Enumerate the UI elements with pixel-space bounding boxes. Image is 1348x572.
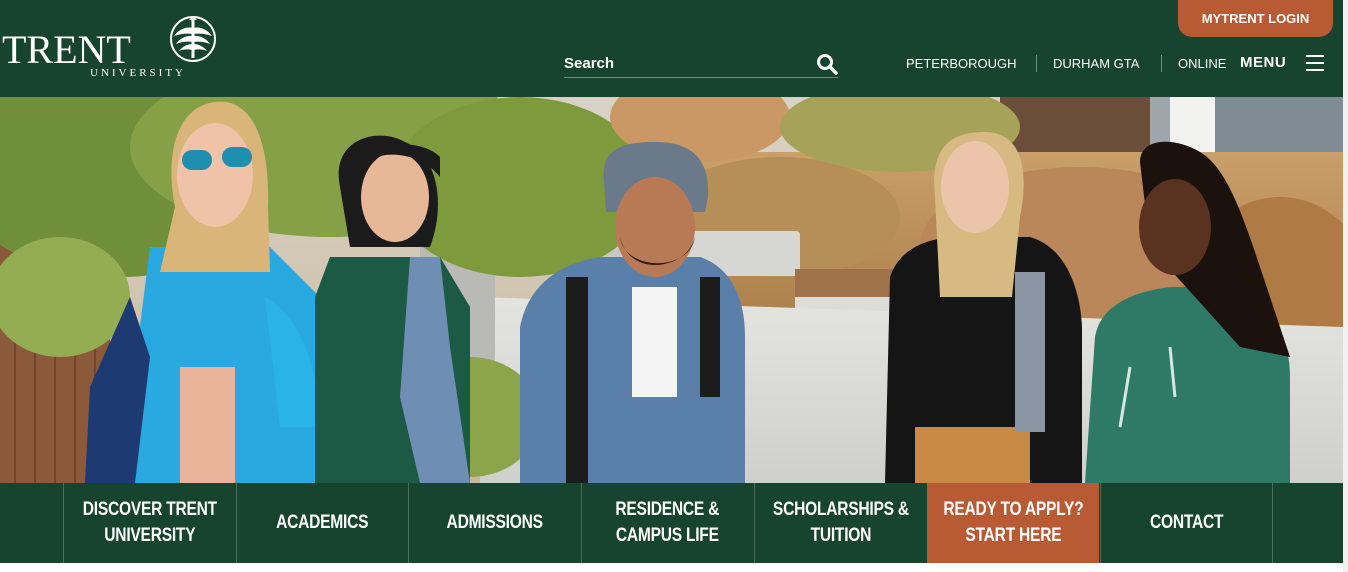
nav-item-contact[interactable]: CONTACT bbox=[1100, 483, 1272, 563]
hamburger-icon[interactable] bbox=[1306, 55, 1324, 71]
hero-image bbox=[0, 97, 1343, 483]
nav-item-academics[interactable]: ACADEMICS bbox=[236, 483, 408, 563]
divider bbox=[1272, 483, 1273, 563]
nav-item-label: SCHOLARSHIPS & TUITION bbox=[772, 499, 909, 546]
divider bbox=[1036, 55, 1037, 72]
nav-item-scholarships-tuition[interactable]: SCHOLARSHIPS & TUITION bbox=[754, 483, 926, 563]
trent-emblem-icon bbox=[170, 16, 216, 62]
page: TRENT UNIVERSITY MYTRENT LOGIN PET bbox=[0, 0, 1343, 572]
main-navigation: DISCOVER TRENT UNIVERSITY ACADEMICS ADMI… bbox=[0, 483, 1343, 563]
site-header: TRENT UNIVERSITY MYTRENT LOGIN PET bbox=[0, 0, 1343, 97]
divider bbox=[1161, 55, 1162, 72]
search-icon[interactable] bbox=[816, 53, 838, 75]
hero-students-photo bbox=[0, 97, 1343, 483]
search-bar bbox=[564, 50, 838, 78]
page-bottom-strip bbox=[0, 563, 1343, 572]
search-input[interactable] bbox=[564, 55, 804, 72]
nav-item-label: DISCOVER TRENT UNIVERSITY bbox=[82, 499, 217, 546]
campus-link-durham-gta[interactable]: DURHAM GTA bbox=[1053, 54, 1139, 72]
logo-subtitle: UNIVERSITY bbox=[90, 67, 186, 79]
nav-item-label: CONTACT bbox=[1149, 512, 1224, 533]
logo-wordmark: TRENT bbox=[2, 27, 131, 72]
nav-item-discover-trent[interactable]: DISCOVER TRENT UNIVERSITY bbox=[63, 483, 235, 563]
mytrent-login-button[interactable]: MYTRENT LOGIN bbox=[1178, 0, 1333, 37]
trent-university-logo[interactable]: TRENT UNIVERSITY bbox=[2, 12, 222, 82]
nav-item-ready-to-apply[interactable]: READY TO APPLY? START HERE bbox=[927, 483, 1099, 563]
nav-item-label: READY TO APPLY? START HERE bbox=[942, 499, 1084, 546]
nav-item-label: RESIDENCE & CAMPUS LIFE bbox=[615, 499, 720, 546]
nav-item-label: ADMISSIONS bbox=[446, 512, 543, 533]
scrollbar[interactable] bbox=[1343, 0, 1348, 572]
campus-link-online[interactable]: ONLINE bbox=[1178, 54, 1226, 72]
nav-item-admissions[interactable]: ADMISSIONS bbox=[408, 483, 580, 563]
menu-button[interactable]: MENU bbox=[1240, 51, 1286, 73]
nav-item-residence-campus-life[interactable]: RESIDENCE & CAMPUS LIFE bbox=[581, 483, 753, 563]
nav-item-label: ACADEMICS bbox=[276, 512, 369, 533]
campus-link-peterborough[interactable]: PETERBOROUGH bbox=[906, 54, 1017, 72]
